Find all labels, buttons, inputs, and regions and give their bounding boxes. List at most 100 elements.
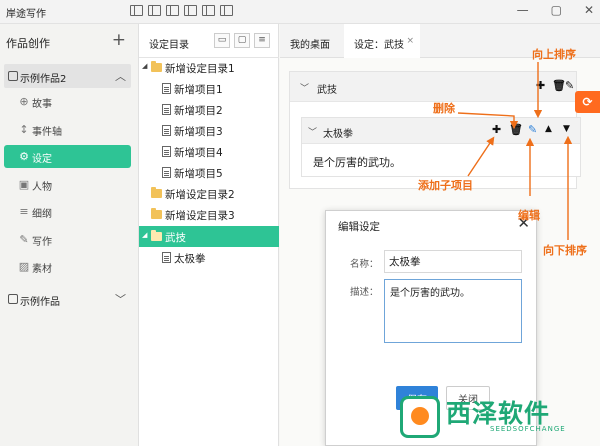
tree-item-label: 新增设定目录2 <box>165 189 235 201</box>
sidebar-item-label: 事件轴 <box>32 127 62 138</box>
work-item-collapsed[interactable]: 示例作品 ﹀ <box>4 289 131 309</box>
sidebar-item-settings[interactable]: ⚙ 设定 <box>4 145 131 168</box>
document-icon <box>162 125 171 136</box>
annotation-edit: 编辑 <box>518 209 540 222</box>
move-down-icon[interactable]: ▼ <box>563 124 570 134</box>
refresh-button[interactable]: ⟳ <box>575 91 600 113</box>
tree-item-label: 新增项目4 <box>174 147 223 159</box>
tree-folder[interactable]: 新增设定目录3 <box>139 204 279 225</box>
watermark-logo-icon <box>400 396 440 438</box>
layout-1-icon[interactable] <box>130 5 143 16</box>
tree-item[interactable]: 新增项目2 <box>139 99 279 120</box>
dialog-title: 编辑设定 <box>338 221 380 233</box>
watermark-subtext: SEEDSOFCHANGE <box>490 425 566 433</box>
person-card-icon: ▣ <box>18 178 30 191</box>
menu-button[interactable]: ≡ <box>254 33 270 48</box>
tree-header: 设定目录 <box>149 40 189 51</box>
sidebar-item-writing[interactable]: ✎ 写作 <box>16 228 132 251</box>
tree-item-label: 武技 <box>165 232 186 244</box>
sidebar-item-label: 素材 <box>32 264 52 275</box>
work-title: 示例作品2 <box>20 74 67 85</box>
sidebar-item-characters[interactable]: ▣ 人物 <box>16 173 132 196</box>
annotation-delete: 删除 <box>433 102 455 115</box>
layout-toolbar <box>130 5 233 16</box>
minimize-button[interactable]: — <box>517 3 529 17</box>
add-work-button[interactable]: + <box>112 30 126 50</box>
work-title: 示例作品 <box>20 297 60 308</box>
tab-desktop[interactable]: 我的桌面 <box>290 24 350 58</box>
tree-item-label: 新增项目1 <box>174 84 223 96</box>
book-icon <box>8 71 18 81</box>
item-header: ﹀ 太极拳 ✚ 🗑 ✎ ▲ ▼ <box>302 118 580 144</box>
add-child-icon[interactable]: ✚ <box>536 79 545 92</box>
tree-item-label: 新增项目2 <box>174 105 223 117</box>
tab-label: 我的桌面 <box>290 40 330 51</box>
description-textarea[interactable]: 是个厉害的武功。 <box>384 279 522 343</box>
tab-settings-martial[interactable]: 设定：武技 × <box>344 24 420 59</box>
globe-icon: ⊕ <box>19 95 29 108</box>
expand-toggle-icon[interactable]: ◢ <box>142 62 147 70</box>
maximize-button[interactable]: ▢ <box>551 3 562 17</box>
edit-icon[interactable]: ✎ <box>565 79 574 92</box>
tree-item[interactable]: 新增项目4 <box>139 141 279 162</box>
folder-icon <box>151 208 162 219</box>
close-tab-icon[interactable]: × <box>406 36 414 46</box>
expand-toggle-icon[interactable]: ◢ <box>142 231 147 239</box>
document-icon <box>162 146 171 157</box>
new-folder-button[interactable]: ▭ <box>214 33 230 48</box>
collapse-chevron-icon[interactable]: ﹀ <box>308 125 317 138</box>
settings-tree-panel: 设定目录 ▭ ▢ ≡ ◢ 新增设定目录1 新增项目1 新增项目2 新增项目3 新… <box>139 24 279 446</box>
layout-3-icon[interactable] <box>166 5 179 16</box>
sidebar-item-label: 故事 <box>32 99 52 110</box>
tree-item[interactable]: 太极拳 <box>139 247 279 268</box>
new-item-button[interactable]: ▢ <box>234 33 250 48</box>
sidebar-item-story[interactable]: ⊕ 故事 <box>16 90 132 113</box>
monitor-icon[interactable] <box>220 5 233 16</box>
close-window-button[interactable]: ✕ <box>584 3 594 17</box>
tree-folder[interactable]: 新增设定目录2 <box>139 183 279 204</box>
sidebar-item-label: 细纲 <box>32 209 52 220</box>
tree-folder-selected[interactable]: ◢ 武技 <box>139 226 279 247</box>
group-title: 武技 <box>317 85 337 96</box>
work-item-expanded[interactable]: 示例作品2 ︿ <box>4 64 131 88</box>
settings-group-card: ﹀ 武技 ✚ 🗑 ✎ ﹀ 太极拳 ✚ 🗑 ✎ ▲ ▼ 是个厉害的武功。 <box>289 71 581 189</box>
tree-item-label: 新增设定目录1 <box>165 63 235 75</box>
move-up-icon[interactable]: ▲ <box>545 124 552 134</box>
sidebar-item-timeline[interactable]: ↕ 事件轴 <box>16 118 132 141</box>
document-icon <box>162 167 171 178</box>
delete-icon[interactable]: 🗑 <box>509 123 523 136</box>
list-icon: ≡ <box>19 205 29 218</box>
title-bar: 岸途写作 — ▢ ✕ <box>0 0 600 24</box>
sidebar-item-outline[interactable]: ≡ 细纲 <box>16 200 132 223</box>
item-title: 太极拳 <box>323 129 353 140</box>
delete-icon[interactable]: 🗑 <box>552 79 566 92</box>
sidebar-item-label: 人物 <box>32 182 52 193</box>
tree-item-label: 新增项目3 <box>174 126 223 138</box>
tree-item[interactable]: 新增项目5 <box>139 162 279 183</box>
pen-icon: ✎ <box>19 233 29 246</box>
tree-item[interactable]: 新增项目3 <box>139 120 279 141</box>
help-icon[interactable] <box>202 5 215 16</box>
layout-4-icon[interactable] <box>184 5 197 16</box>
description-label: 描述： <box>350 287 379 298</box>
chevron-down-icon[interactable]: ﹀ <box>115 291 126 307</box>
sidebar-item-label: 设定 <box>32 154 52 165</box>
add-child-icon[interactable]: ✚ <box>492 123 501 136</box>
image-icon: ▨ <box>18 260 30 273</box>
annotation-move-up: 向上排序 <box>532 48 576 61</box>
name-input[interactable] <box>384 250 522 273</box>
item-description: 是个厉害的武功。 <box>313 156 401 169</box>
annotation-add-child: 添加子项目 <box>418 179 473 192</box>
tree-item[interactable]: 新增项目1 <box>139 78 279 99</box>
sidebar-item-materials[interactable]: ▨ 素材 <box>16 255 132 278</box>
document-icon <box>162 104 171 115</box>
folder-icon <box>151 230 162 241</box>
chevron-up-icon[interactable]: ︿ <box>115 68 126 84</box>
watermark: 西泽软件 SEEDSOFCHANGE <box>400 392 600 446</box>
tree-folder[interactable]: ◢ 新增设定目录1 <box>139 57 279 78</box>
settings-icon: ⚙ <box>19 150 29 163</box>
tree-item-label: 新增设定目录3 <box>165 210 235 222</box>
collapse-chevron-icon[interactable]: ﹀ <box>300 81 309 94</box>
edit-icon[interactable]: ✎ <box>528 123 537 136</box>
layout-2-icon[interactable] <box>148 5 161 16</box>
